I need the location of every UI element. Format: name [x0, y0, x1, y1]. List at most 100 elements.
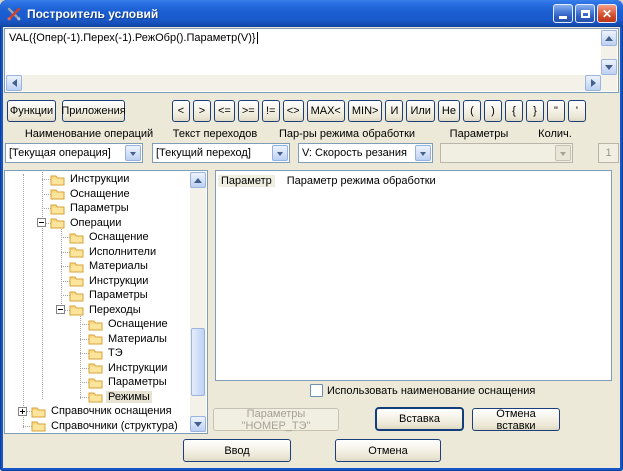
folder-icon: [69, 231, 84, 244]
tree-item-7[interactable]: Инструкции: [5, 274, 190, 289]
operator-button-8[interactable]: И: [385, 100, 403, 122]
tree-item-2[interactable]: Параметры: [5, 201, 190, 216]
operations-label: Наименование операций: [25, 128, 153, 140]
horizontal-scrollbar[interactable]: [6, 75, 601, 91]
tree-item-17[interactable]: Справочники (структура): [5, 419, 190, 433]
params-nomer-te-button: Параметры "НОМЕР_ТЭ": [213, 408, 339, 431]
tree-item-0[interactable]: Инструкции: [5, 172, 190, 187]
quantity-label: Колич.: [538, 128, 572, 140]
tree-item-5[interactable]: Исполнители: [5, 245, 190, 260]
folder-icon: [88, 376, 103, 389]
scroll-up-button[interactable]: [190, 172, 206, 188]
operator-button-16[interactable]: ': [568, 100, 586, 122]
minimize-button[interactable]: [553, 4, 573, 23]
tree-item-label: Параметры: [87, 289, 150, 301]
folder-icon: [88, 332, 103, 345]
tree-item-13[interactable]: Инструкции: [5, 361, 190, 376]
operator-button-15[interactable]: ": [547, 100, 565, 122]
transitions-label: Текст переходов: [173, 128, 257, 140]
tree-item-6[interactable]: Материалы: [5, 259, 190, 274]
scroll-up-button[interactable]: [601, 30, 617, 46]
checkbox-label: Использовать наименование оснащения: [327, 385, 535, 397]
tree-item-label: Справочник оснащения: [49, 405, 174, 417]
tree-scrollbar[interactable]: [190, 172, 206, 432]
tree-item-15[interactable]: Режимы: [5, 390, 190, 405]
vertical-scrollbar[interactable]: [601, 30, 617, 75]
operator-button-2[interactable]: <=: [214, 100, 235, 122]
chevron-down-icon[interactable]: [415, 145, 431, 161]
applications-button[interactable]: Приложения: [62, 100, 125, 122]
arrow-down-icon: [605, 65, 613, 74]
operator-button-5[interactable]: <>: [283, 100, 304, 122]
insert-button[interactable]: Вставка: [375, 407, 464, 431]
transitions-combobox[interactable]: [Текущий переход]: [152, 143, 290, 163]
tree-item-11[interactable]: Материалы: [5, 332, 190, 347]
folder-icon: [88, 390, 103, 403]
folder-icon: [69, 274, 84, 287]
operator-button-1[interactable]: >: [193, 100, 211, 122]
tree-item-9[interactable]: Переходы: [5, 303, 190, 318]
tree-item-12[interactable]: ТЭ: [5, 346, 190, 361]
tree-body: ИнструкцииОснащениеПараметрыОперацииОсна…: [5, 172, 190, 432]
collapse-icon[interactable]: [37, 218, 46, 227]
mode-params-label: Пар-ры режима обработки: [279, 128, 415, 140]
window-title: Построитель условий: [27, 7, 158, 21]
tree-item-label: Операции: [68, 217, 123, 229]
source-tree: ИнструкцииОснащениеПараметрыОперацииОсна…: [4, 170, 208, 434]
mode-params-combobox[interactable]: V: Скорость резания: [298, 143, 433, 163]
folder-icon: [50, 202, 65, 215]
folder-icon: [50, 216, 65, 229]
operator-button-11[interactable]: (: [463, 100, 481, 122]
operator-button-12[interactable]: ): [484, 100, 502, 122]
operator-button-0[interactable]: <: [172, 100, 190, 122]
operator-button-7[interactable]: MIN>: [348, 100, 383, 122]
scroll-left-button[interactable]: [6, 75, 22, 91]
operator-button-14[interactable]: }: [526, 100, 544, 122]
expand-icon[interactable]: [18, 407, 27, 416]
operator-button-4[interactable]: !=: [262, 100, 280, 122]
tree-item-label: Параметры: [68, 202, 131, 214]
operator-button-3[interactable]: >=: [238, 100, 259, 122]
maximize-button[interactable]: [575, 4, 595, 23]
cancel-insert-button[interactable]: Отмена вставки: [472, 408, 560, 431]
parameters-combobox: [440, 143, 573, 163]
use-equipment-name-checkbox[interactable]: [310, 384, 323, 397]
tree-item-10[interactable]: Оснащение: [5, 317, 190, 332]
folder-icon: [31, 419, 46, 432]
cancel-button[interactable]: Отмена: [335, 439, 441, 462]
folder-icon: [50, 187, 65, 200]
operations-combobox[interactable]: [Текущая операция]: [5, 143, 143, 163]
functions-button[interactable]: Функции: [7, 100, 56, 122]
operator-button-9[interactable]: Или: [406, 100, 434, 122]
maximize-icon: [581, 10, 590, 18]
collapse-icon[interactable]: [56, 305, 65, 314]
tree-item-4[interactable]: Оснащение: [5, 230, 190, 245]
condition-builder-window: Построитель условий ✕ VAL({Опер(-1).Пере…: [0, 0, 623, 471]
scroll-right-button[interactable]: [585, 75, 601, 91]
operator-button-6[interactable]: MAX<: [307, 100, 345, 122]
list-item-name: Параметр: [218, 175, 275, 187]
tree-item-3[interactable]: Операции: [5, 216, 190, 231]
operator-button-10[interactable]: Не: [438, 100, 460, 122]
chevron-down-icon[interactable]: [125, 145, 141, 161]
chevron-down-icon[interactable]: [272, 145, 288, 161]
scrollbar-thumb[interactable]: [191, 328, 205, 396]
close-button[interactable]: ✕: [597, 4, 617, 23]
scroll-down-button[interactable]: [190, 416, 206, 432]
tree-item-8[interactable]: Параметры: [5, 288, 190, 303]
folder-icon: [69, 289, 84, 302]
folder-icon: [88, 361, 103, 374]
titlebar[interactable]: Построитель условий ✕: [0, 0, 623, 27]
list-item-0[interactable]: Параметр Параметр режима обработки: [218, 173, 611, 188]
enter-button[interactable]: Ввод: [183, 439, 291, 462]
list-item-description: Параметр режима обработки: [287, 175, 436, 187]
tree-item-14[interactable]: Параметры: [5, 375, 190, 390]
tree-item-1[interactable]: Оснащение: [5, 187, 190, 202]
scroll-down-button[interactable]: [601, 59, 617, 75]
expression-editor[interactable]: VAL({Опер(-1).Перех(-1).РежОбр().Парамет…: [4, 28, 619, 93]
expression-text: VAL({Опер(-1).Перех(-1).РежОбр().Парамет…: [9, 32, 598, 44]
arrow-up-icon: [605, 32, 613, 41]
tree-item-label: Оснащение: [87, 231, 151, 243]
operator-button-13[interactable]: {: [505, 100, 523, 122]
tree-item-16[interactable]: Справочник оснащения: [5, 404, 190, 419]
